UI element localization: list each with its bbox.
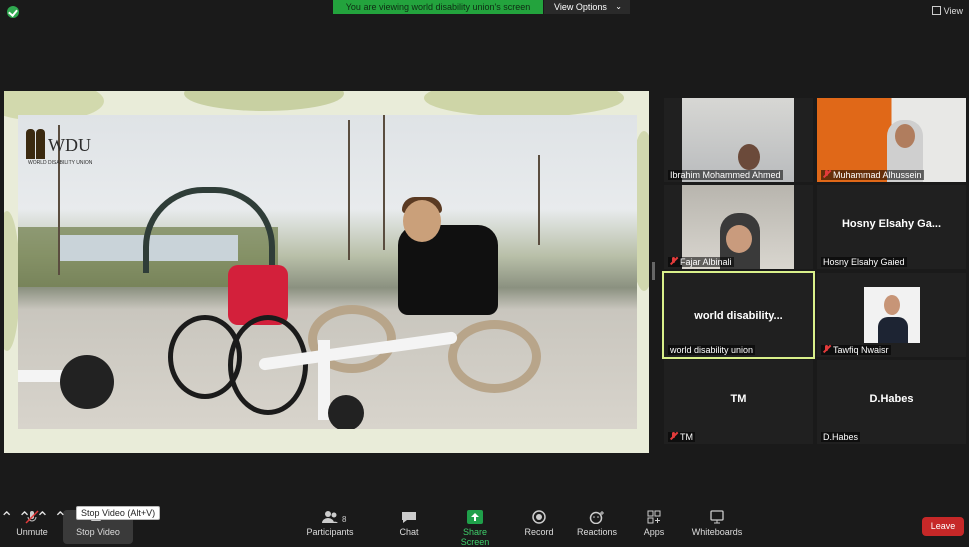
play-equipment-knob	[60, 355, 114, 409]
participant-name-row: TM	[668, 432, 695, 442]
apps-label: Apps	[643, 527, 665, 537]
leaf-decoration	[424, 91, 624, 117]
view-options-button[interactable]: View Options ⌄	[544, 0, 630, 14]
chevron-down-icon: ⌄	[615, 2, 622, 11]
emoji-plus-icon	[589, 510, 605, 525]
participants-count-badge: 8	[342, 515, 347, 524]
participant-face	[726, 225, 752, 253]
playground-photo	[18, 115, 637, 429]
view-button[interactable]: View	[931, 6, 963, 16]
participant-name: TM	[680, 432, 693, 442]
participant-tile-active-speaker[interactable]: world disability... world disability uni…	[662, 271, 815, 359]
panel-resize-handle[interactable]	[652, 262, 655, 280]
participants-icon	[322, 510, 338, 524]
mic-muted-icon	[670, 432, 677, 440]
security-shield-icon[interactable]	[7, 6, 19, 18]
record-button[interactable]: Record	[522, 510, 556, 537]
whiteboards-label: Whiteboards	[691, 527, 743, 537]
participant-tile[interactable]: Ibrahim Mohammed Ahmed	[664, 98, 813, 182]
participants-label: Participants	[306, 527, 354, 537]
tree	[348, 120, 350, 260]
tree	[383, 115, 385, 250]
participant-body	[878, 317, 908, 343]
participant-face	[895, 124, 915, 148]
apps-icon	[646, 510, 662, 524]
reactions-options-caret-icon[interactable]: ⌃	[54, 510, 67, 527]
spinner-ring	[448, 320, 541, 393]
unmute-label: Unmute	[16, 527, 48, 537]
participant-profile-photo	[864, 287, 920, 343]
participant-face	[738, 144, 760, 170]
stop-video-tooltip: Stop Video (Alt+V)	[76, 506, 161, 520]
participant-tile[interactable]: Muhammad Alhussein	[817, 98, 966, 182]
share-screen-icon	[467, 510, 483, 524]
participant-tile[interactable]: TM TM	[664, 360, 813, 444]
participant-name: D.Habes	[821, 432, 861, 442]
viewing-screen-banner: You are viewing world disability union's…	[333, 0, 543, 14]
participant-name: Fajar Albinali	[680, 257, 732, 267]
participant-tile[interactable]: Tawfiq Nwaisr	[817, 273, 966, 357]
view-options-label: View Options	[554, 2, 607, 12]
shared-screen: WDU WORLD DISABILITY UNION	[4, 91, 649, 453]
participant-display-name: Hosny Elsahy Ga...	[841, 218, 942, 230]
participant-display-name: world disability...	[694, 310, 783, 322]
logo-subtitle: WORLD DISABILITY UNION	[28, 160, 93, 166]
participant-name: Ibrahim Mohammed Ahmed	[668, 170, 783, 180]
participant-display-name: TM	[730, 393, 747, 405]
reactions-label: Reactions	[576, 527, 618, 537]
audio-options-caret-icon[interactable]: ⌃	[0, 510, 13, 527]
whiteboards-button[interactable]: Whiteboards	[690, 510, 744, 537]
apps-button[interactable]: Apps	[640, 510, 668, 537]
record-label: Record	[524, 527, 554, 537]
participants-button[interactable]: Participants	[306, 510, 354, 537]
stop-video-label: Stop Video	[76, 527, 120, 537]
participant-name: Muhammad Alhussein	[833, 170, 922, 180]
logo-figure	[36, 129, 45, 159]
participant-name-row: Muhammad Alhussein	[821, 170, 924, 180]
logo-text: WDU	[48, 135, 91, 155]
participant-name: Tawfiq Nwaisr	[833, 345, 889, 355]
play-equipment-knob	[328, 395, 364, 429]
share-screen-label: Share Screen	[460, 527, 490, 547]
participant-face	[884, 295, 900, 315]
chat-icon	[401, 510, 417, 524]
mic-muted-icon	[670, 257, 677, 265]
logo-figure	[26, 129, 35, 159]
participant-name-row: Fajar Albinali	[668, 257, 734, 267]
swing-frame	[143, 187, 275, 273]
share-screen-button[interactable]: Share Screen	[448, 510, 502, 547]
whiteboard-icon	[709, 510, 725, 524]
record-icon	[531, 510, 547, 524]
boy-head	[403, 200, 441, 242]
unmute-button[interactable]: Unmute	[14, 510, 50, 537]
participant-tile[interactable]: Fajar Albinali	[664, 185, 813, 269]
participant-tile[interactable]: D.Habes D.Habes	[817, 360, 966, 444]
participant-name: Hosny Elsahy Gaied	[821, 257, 907, 267]
mic-muted-icon	[823, 345, 830, 353]
gallery-view-icon	[931, 6, 941, 15]
participant-display-name: D.Habes	[869, 393, 914, 405]
leaf-decoration	[184, 91, 344, 111]
mic-muted-icon	[24, 510, 40, 524]
chat-button[interactable]: Chat	[394, 510, 424, 537]
participant-name-row: Tawfiq Nwaisr	[821, 345, 891, 355]
wdu-logo: WDU WORLD DISABILITY UNION	[26, 127, 98, 169]
tree	[538, 155, 540, 245]
reactions-button[interactable]: Reactions	[575, 510, 619, 537]
participant-tile[interactable]: Hosny Elsahy Ga... Hosny Elsahy Gaied	[817, 185, 966, 269]
chat-label: Chat	[399, 527, 419, 537]
participant-name: world disability union	[668, 345, 756, 355]
mic-muted-icon	[823, 170, 830, 178]
leave-button[interactable]: Leave	[922, 517, 964, 536]
view-label: View	[943, 6, 963, 16]
